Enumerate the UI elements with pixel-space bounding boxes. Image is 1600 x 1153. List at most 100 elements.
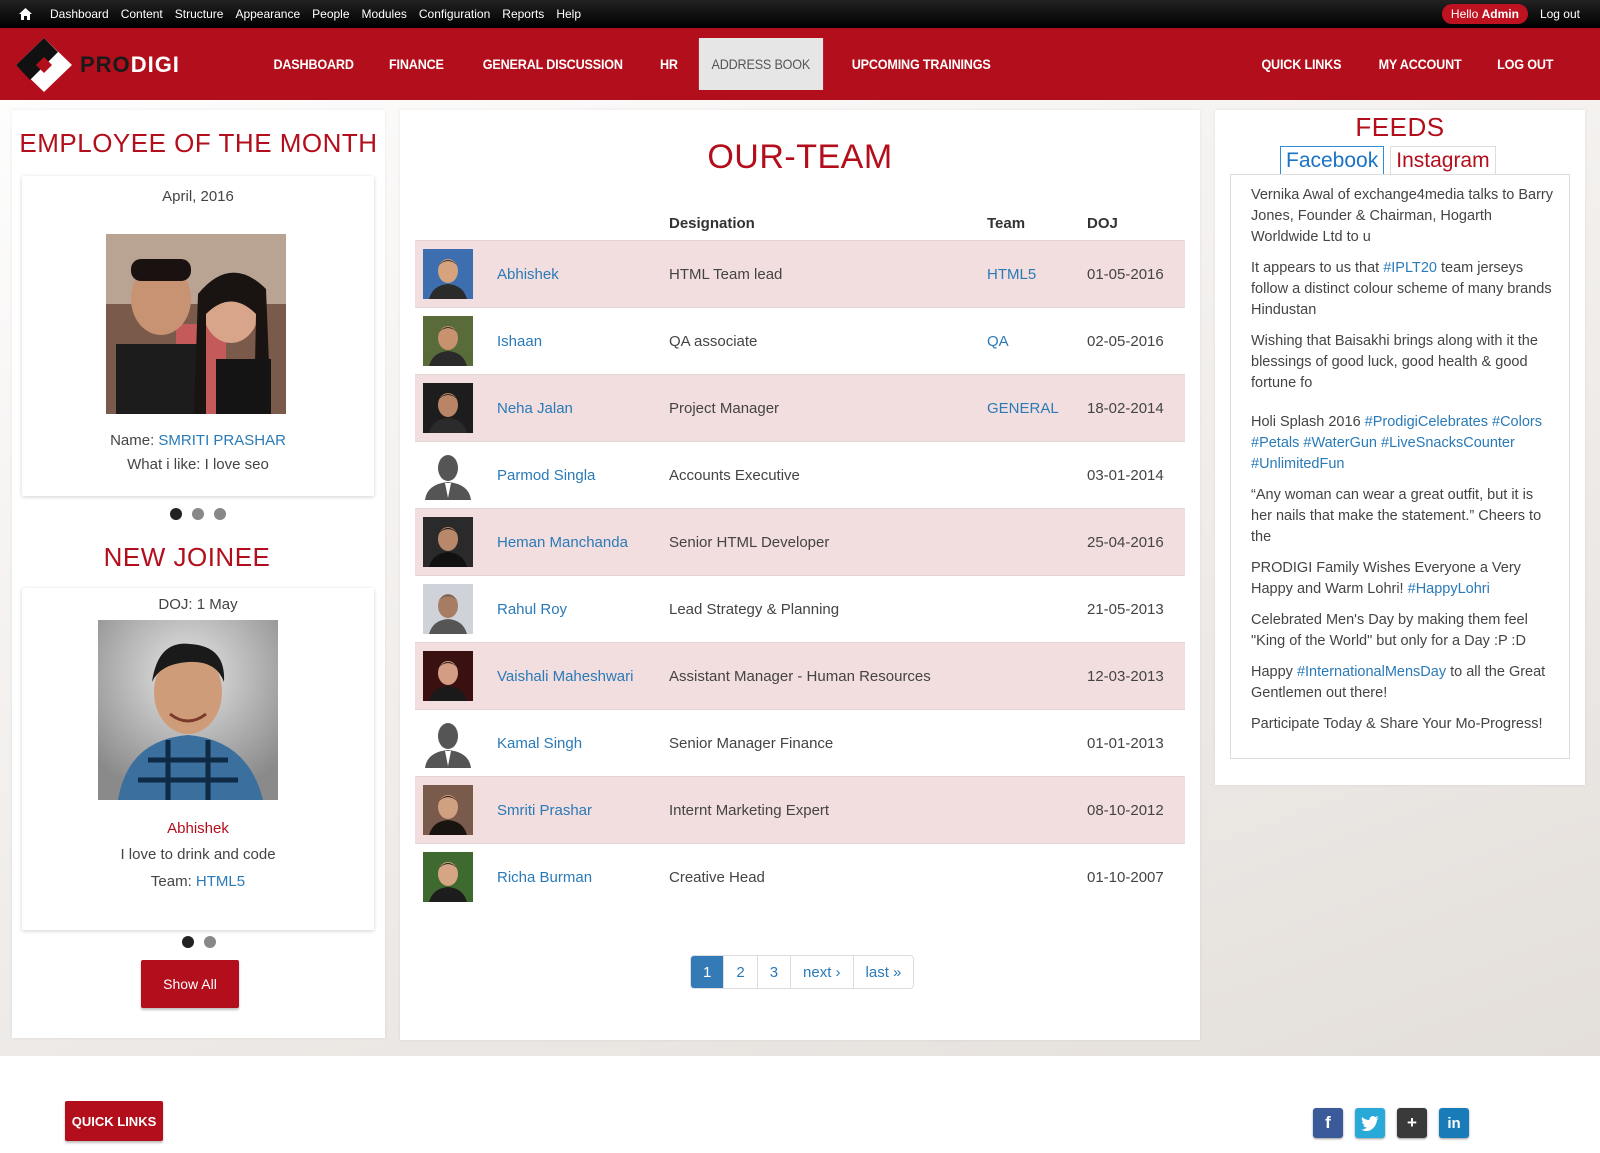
- carousel-dot[interactable]: [204, 936, 216, 948]
- member-name-link[interactable]: Heman Manchanda: [497, 534, 628, 551]
- avatar[interactable]: [423, 718, 473, 768]
- avatar[interactable]: [423, 316, 473, 366]
- tab-facebook[interactable]: Facebook: [1280, 146, 1385, 174]
- eom-name-link[interactable]: SMRITI PRASHAR: [158, 432, 286, 449]
- page-next[interactable]: next ›: [790, 956, 853, 988]
- page-2[interactable]: 2: [723, 956, 756, 988]
- nav-finance[interactable]: FINANCE: [377, 38, 457, 90]
- nav-my-account[interactable]: MY ACCOUNT: [1366, 38, 1474, 90]
- twitter-icon[interactable]: [1355, 1108, 1385, 1138]
- carousel-dot[interactable]: [182, 936, 194, 948]
- admin-menu-dashboard[interactable]: Dashboard: [50, 7, 119, 21]
- feed-list: Vernika Awal of exchange4media talks to …: [1230, 174, 1570, 759]
- member-name-link[interactable]: Smriti Prashar: [497, 802, 592, 819]
- home-icon[interactable]: [0, 8, 50, 20]
- nav-address-book[interactable]: ADDRESS BOOK: [699, 38, 824, 90]
- carousel-dot[interactable]: [214, 508, 226, 520]
- nj-doj: DOJ: 1 May: [158, 596, 238, 613]
- nav-dashboard[interactable]: DASHBOARD: [261, 38, 366, 90]
- feed-item[interactable]: It appears to us that #IPLT20 team jerse…: [1251, 258, 1557, 321]
- member-name-link[interactable]: Abhishek: [497, 266, 559, 283]
- nj-name[interactable]: Abhishek: [22, 820, 374, 837]
- carousel-dot[interactable]: [170, 508, 182, 520]
- avatar[interactable]: [423, 383, 473, 433]
- eom-name-label: Name:: [110, 432, 155, 449]
- nav-general-discussion[interactable]: GENERAL DISCUSSION: [470, 38, 635, 90]
- admin-menu-help[interactable]: Help: [556, 7, 591, 21]
- carousel-dot[interactable]: [192, 508, 204, 520]
- eom-date: April, 2016: [162, 188, 234, 205]
- col-designation[interactable]: Designation: [669, 215, 987, 232]
- feed-item[interactable]: Participate Today & Share Your Mo-Progre…: [1251, 714, 1557, 735]
- admin-toolbar: Dashboard Content Structure Appearance P…: [0, 0, 1600, 28]
- nav-upcoming-trainings[interactable]: UPCOMING TRAININGS: [839, 38, 1003, 90]
- feed-hashtag-link[interactable]: #HappyLohri: [1408, 581, 1490, 597]
- feed-item[interactable]: PRODIGI Family Wishes Everyone a Very Ha…: [1251, 558, 1557, 600]
- feed-hashtag-link[interactable]: #IPLT20: [1383, 260, 1437, 276]
- tab-instagram[interactable]: Instagram: [1390, 146, 1496, 174]
- logo-pro: PRO: [80, 52, 131, 77]
- nav-log-out[interactable]: LOG OUT: [1484, 38, 1565, 90]
- nj-team-line: Team: HTML5: [22, 873, 374, 890]
- feed-item[interactable]: “Any woman can wear a great outfit, but …: [1251, 485, 1557, 548]
- avatar[interactable]: [423, 249, 473, 299]
- feed-item[interactable]: Happy #InternationalMensDay to all the G…: [1251, 662, 1557, 704]
- our-team-panel: OUR-TEAM Designation Team DOJ Abhishek HT…: [400, 110, 1200, 1040]
- footer-quick-links-button[interactable]: QUICK LINKS: [65, 1101, 163, 1141]
- new-joinee-title: NEW JOINEE: [103, 542, 271, 572]
- member-doj: 01-10-2007: [1087, 868, 1164, 886]
- nj-team-link[interactable]: HTML5: [196, 873, 245, 890]
- facebook-icon[interactable]: f: [1313, 1108, 1343, 1138]
- member-team-link[interactable]: HTML5: [987, 266, 1036, 283]
- logo[interactable]: PRODIGI: [14, 36, 180, 94]
- linkedin-icon[interactable]: in: [1439, 1108, 1469, 1138]
- member-doj: 08-10-2012: [1087, 801, 1164, 819]
- member-name-link[interactable]: Neha Jalan: [497, 400, 573, 417]
- feed-hashtag-link[interactable]: #InternationalMensDay: [1297, 664, 1446, 680]
- avatar[interactable]: [423, 584, 473, 634]
- logo-digi: DIGI: [130, 52, 180, 77]
- member-name-link[interactable]: Parmod Singla: [497, 467, 595, 484]
- eom-photo: [106, 234, 286, 414]
- col-team[interactable]: Team: [987, 215, 1087, 232]
- member-name-link[interactable]: Richa Burman: [497, 869, 592, 886]
- social-links: f + in: [1313, 1108, 1469, 1138]
- admin-menu-appearance[interactable]: Appearance: [235, 7, 310, 21]
- admin-menu-modules[interactable]: Modules: [362, 7, 417, 21]
- col-doj[interactable]: DOJ: [1087, 215, 1185, 232]
- nav-hr[interactable]: HR: [647, 38, 690, 90]
- hello-admin-badge[interactable]: Hello Admin: [1441, 4, 1528, 24]
- avatar[interactable]: [423, 785, 473, 835]
- avatar[interactable]: [423, 651, 473, 701]
- google-plus-icon[interactable]: +: [1397, 1108, 1427, 1138]
- admin-menu-reports[interactable]: Reports: [502, 7, 554, 21]
- member-designation: Creative Head: [669, 868, 765, 886]
- show-all-button[interactable]: Show All: [141, 960, 239, 1008]
- avatar[interactable]: [423, 450, 473, 500]
- member-team-link[interactable]: GENERAL: [987, 400, 1059, 417]
- member-name-link[interactable]: Ishaan: [497, 333, 542, 350]
- feed-item[interactable]: Holi Splash 2016 #ProdigiCelebrates #Col…: [1251, 412, 1557, 475]
- eom-carousel-dots: [170, 508, 226, 520]
- feed-item[interactable]: Celebrated Men's Day by making them feel…: [1251, 610, 1557, 652]
- admin-logout-link[interactable]: Log out: [1540, 7, 1580, 21]
- page-3[interactable]: 3: [756, 956, 790, 988]
- member-name-link[interactable]: Rahul Roy: [497, 601, 567, 618]
- admin-menu-configuration[interactable]: Configuration: [419, 7, 500, 21]
- nav-quick-links[interactable]: QUICK LINKS: [1249, 38, 1354, 90]
- table-cell-photo: [415, 316, 497, 366]
- member-team-link[interactable]: QA: [987, 333, 1009, 350]
- table-row: Ishaan QA associate QA 02-05-2016: [415, 307, 1185, 374]
- member-name-link[interactable]: Vaishali Maheshwari: [497, 668, 633, 685]
- admin-menu-content[interactable]: Content: [121, 7, 173, 21]
- page-last[interactable]: last »: [852, 956, 914, 988]
- admin-menu-structure[interactable]: Structure: [175, 7, 234, 21]
- admin-menu-people[interactable]: People: [312, 7, 359, 21]
- avatar[interactable]: [423, 852, 473, 902]
- feed-item[interactable]: Vernika Awal of exchange4media talks to …: [1251, 185, 1557, 248]
- avatar[interactable]: [423, 517, 473, 567]
- feed-item[interactable]: Wishing that Baisakhi brings along with …: [1251, 331, 1557, 394]
- page-1[interactable]: 1: [691, 956, 724, 988]
- member-name-link[interactable]: Kamal Singh: [497, 735, 582, 752]
- table-cell-photo: [415, 718, 497, 768]
